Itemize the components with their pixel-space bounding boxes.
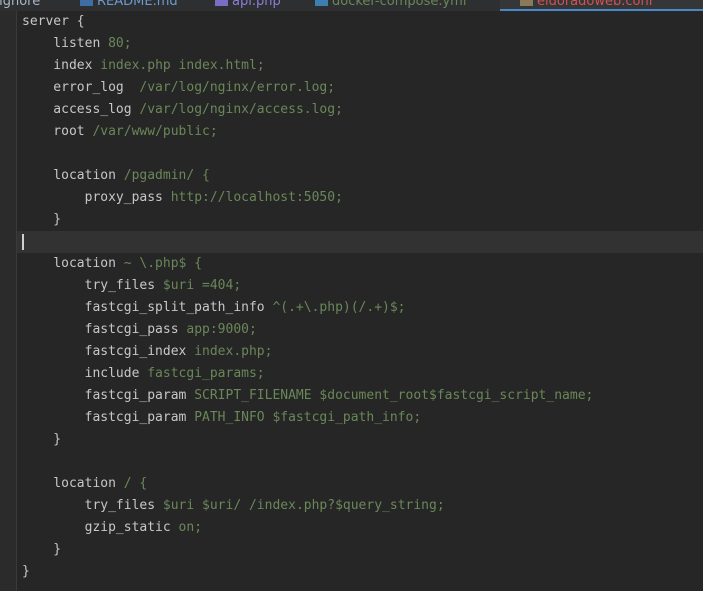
code-line: } xyxy=(17,539,703,561)
code-token: location xyxy=(22,168,124,183)
tab-label: docker-compose.yml xyxy=(332,0,467,9)
code-token: } xyxy=(22,542,62,557)
code-token: /pgadmin/ { xyxy=(123,168,210,183)
code-line: location ~ \.php$ { xyxy=(17,253,703,275)
code-token: /var/log/nginx/error.log; xyxy=(139,80,336,95)
code-line: fastcgi_param SCRIPT_FILENAME $document_… xyxy=(17,385,703,407)
code-token: error_log xyxy=(22,80,140,95)
markdown-file-icon xyxy=(80,0,93,6)
tab-label: api.php xyxy=(232,0,281,9)
config-file-icon xyxy=(520,0,533,6)
code-token: ^(.+\.php)(/.+)$; xyxy=(272,300,406,315)
code-token: gzip_static xyxy=(22,520,179,535)
code-token: fastcgi_param xyxy=(22,388,195,403)
code-token: $uri =404; xyxy=(162,278,242,293)
tab-eldoradoweb-conf[interactable]: eldoradoweb.conf xyxy=(500,0,703,11)
code-token: server { xyxy=(22,14,85,29)
code-line: fastcgi_pass app:9000; xyxy=(17,319,703,341)
code-token: app:9000; xyxy=(186,322,257,337)
code-line: error_log /var/log/nginx/error.log; xyxy=(17,77,703,99)
code-token: SCRIPT_FILENAME $document_root$fastcgi_s… xyxy=(194,388,594,403)
code-token: location xyxy=(22,476,124,491)
code-token: PATH_INFO $fastcgi_path_info; xyxy=(194,410,422,425)
code-token: } xyxy=(22,432,62,447)
code-token: fastcgi_index xyxy=(22,344,195,359)
code-editor[interactable]: server { listen 80; index index.php inde… xyxy=(17,11,703,591)
code-line: } xyxy=(17,429,703,451)
code-token: /var/www/public; xyxy=(92,124,218,139)
code-line: } xyxy=(17,561,703,583)
code-token: http://localhost:5050; xyxy=(170,190,343,205)
code-token: fastcgi_params; xyxy=(147,366,265,381)
code-line: try_files $uri =404; xyxy=(17,275,703,297)
code-line: fastcgi_param PATH_INFO $fastcgi_path_in… xyxy=(17,407,703,429)
code-line: gzip_static on; xyxy=(17,517,703,539)
line-gutter xyxy=(0,11,17,591)
code-line: location /pgadmin/ { xyxy=(17,165,703,187)
code-token: fastcgi_split_path_info xyxy=(22,300,273,315)
code-token: } xyxy=(22,564,30,579)
code-token: } xyxy=(22,212,62,227)
tab-api-php[interactable]: api.php xyxy=(215,0,281,9)
code-token: try_files xyxy=(22,498,163,513)
code-token: $uri $uri/ /index.php?$query_string; xyxy=(162,498,445,513)
docker-compose-file-icon xyxy=(315,0,328,6)
code-line: root /var/www/public; xyxy=(17,121,703,143)
php-file-icon xyxy=(215,0,228,6)
code-token: fastcgi_param xyxy=(22,410,195,425)
editor-tab-bar: tignore README.md api.php docker-compose.ym… xyxy=(0,0,703,11)
text-caret xyxy=(22,234,24,250)
code-line: server { xyxy=(17,11,703,33)
code-line: fastcgi_split_path_info ^(.+\.php)(/.+)$… xyxy=(17,297,703,319)
code-line: listen 80; xyxy=(17,33,703,55)
code-token: 80; xyxy=(108,36,132,51)
tab-label: eldoradoweb.conf xyxy=(537,0,654,9)
tab-readme-md[interactable]: README.md xyxy=(80,0,178,9)
code-line: } xyxy=(17,209,703,231)
code-token: ~ \.php$ { xyxy=(123,256,203,271)
code-token: proxy_pass xyxy=(22,190,171,205)
code-line xyxy=(17,231,703,253)
tab-label: tignore xyxy=(0,0,41,9)
code-line: proxy_pass http://localhost:5050; xyxy=(17,187,703,209)
tab-docker-compose-yml[interactable]: docker-compose.yml xyxy=(315,0,466,9)
code-token: / { xyxy=(123,476,148,491)
code-line: index index.php index.html; xyxy=(17,55,703,77)
tab-label: README.md xyxy=(97,0,178,9)
code-token: /var/log/nginx/access.log; xyxy=(139,102,343,117)
code-line: access_log /var/log/nginx/access.log; xyxy=(17,99,703,121)
code-line: fastcgi_index index.php; xyxy=(17,341,703,363)
code-token: listen xyxy=(22,36,109,51)
code-line: include fastcgi_params; xyxy=(17,363,703,385)
code-token: try_files xyxy=(22,278,163,293)
tab-tignore[interactable]: tignore xyxy=(0,0,40,9)
code-token: index.php index.html; xyxy=(100,58,265,73)
code-token: index.php; xyxy=(194,344,273,359)
code-line: location / { xyxy=(17,473,703,495)
code-token: on; xyxy=(178,520,203,535)
code-token: fastcgi_pass xyxy=(22,322,187,337)
code-line: try_files $uri $uri/ /index.php?$query_s… xyxy=(17,495,703,517)
code-token: location xyxy=(22,256,124,271)
code-token: access_log xyxy=(22,102,140,117)
code-token: index xyxy=(22,58,101,73)
code-token: include xyxy=(22,366,148,381)
code-token: root xyxy=(22,124,93,139)
